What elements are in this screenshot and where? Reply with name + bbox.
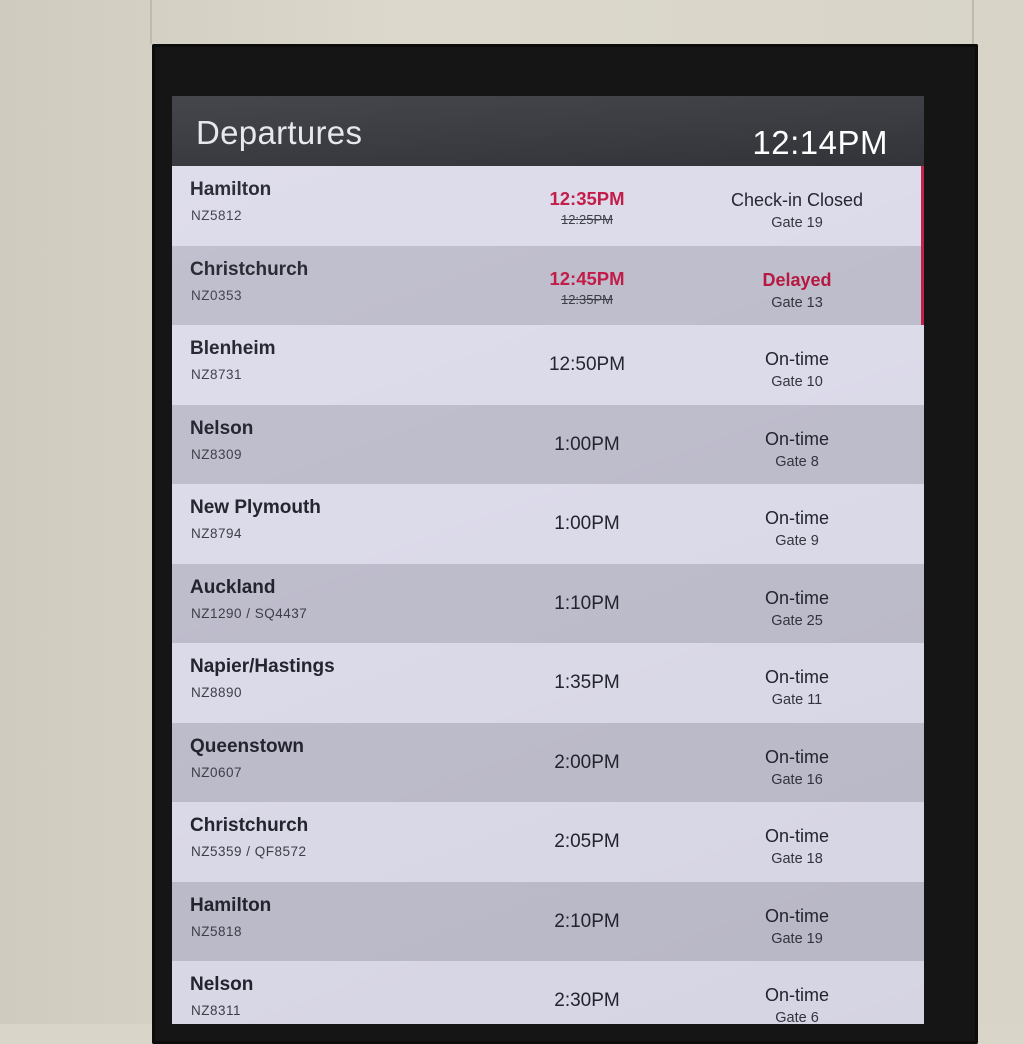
gate: Gate 19 [771, 930, 823, 947]
destination: Auckland [190, 576, 276, 598]
time-cell: 1:10PM [512, 564, 662, 644]
board-header: Departures 12:14PM [172, 96, 924, 166]
time-cell: 2:30PM [512, 961, 662, 1024]
original-time: 12:35PM [560, 291, 614, 307]
flight-row: Nelson NZ8311 2:30PM On-time Gate 6 [172, 961, 924, 1024]
time-cell: 1:35PM [512, 643, 662, 723]
gate: Gate 18 [771, 851, 823, 867]
destination: Queenstown [190, 735, 305, 757]
flight-number: NZ0607 [191, 764, 243, 780]
status-cell: On-time Gate 19 [697, 882, 897, 962]
flight-number: NZ8309 [191, 446, 243, 462]
status-cell: On-time Gate 10 [697, 325, 897, 405]
gate: Gate 6 [775, 1010, 819, 1024]
destination: Napier/Hastings [190, 656, 335, 677]
destination: Hamilton [190, 179, 272, 200]
flight-status: On-time [764, 349, 829, 369]
status-cell: On-time Gate 8 [697, 405, 897, 485]
flight-row: Nelson NZ8309 1:00PM On-time Gate 8 [172, 404, 924, 485]
status-cell: On-time Gate 18 [697, 802, 897, 882]
departure-time: 1:00PM [554, 513, 620, 534]
time-cell: 12:50PM [512, 325, 662, 405]
flight-row: Hamilton NZ5818 2:10PM On-time Gate 19 [172, 881, 924, 962]
destination: Hamilton [190, 894, 272, 916]
gate: Gate 9 [775, 533, 819, 549]
flight-status: On-time [764, 746, 829, 767]
gate: Gate 19 [771, 215, 823, 231]
status-cell: On-time Gate 25 [697, 564, 897, 644]
revised-time: 12:35PM [549, 188, 625, 209]
flight-row: Napier/Hastings NZ8890 1:35PM On-time Ga… [172, 643, 924, 723]
destination: Blenheim [190, 338, 276, 359]
gate: Gate 10 [771, 374, 823, 390]
board-clock: 12:14PM [752, 124, 888, 161]
departure-time: 1:35PM [554, 672, 620, 693]
flight-number: NZ8311 [191, 1003, 242, 1018]
time-cell: 12:35PM 12:25PM [512, 166, 662, 246]
flight-number: NZ8890 [191, 685, 243, 700]
flight-status: On-time [764, 587, 829, 608]
time-cell: 2:10PM [512, 882, 662, 962]
gate: Gate 13 [771, 294, 823, 311]
flight-number: NZ5818 [191, 923, 243, 939]
flight-status: On-time [764, 826, 829, 846]
departures-board: Departures 12:14PM Hamilton NZ5812 12:35… [172, 96, 924, 1024]
status-cell: On-time Gate 6 [697, 961, 897, 1024]
departure-time: 2:30PM [554, 990, 620, 1011]
flight-row: Hamilton NZ5812 12:35PM 12:25PM Check-in… [172, 166, 924, 246]
time-cell: 1:00PM [512, 405, 662, 485]
board-title: Departures [196, 114, 363, 151]
revised-time: 12:45PM [549, 267, 625, 289]
gate: Gate 11 [771, 692, 823, 708]
destination: Christchurch [190, 815, 309, 836]
status-cell: On-time Gate 11 [697, 643, 897, 723]
flight-status: On-time [764, 508, 829, 528]
time-cell: 12:45PM 12:35PM [512, 246, 662, 326]
time-cell: 1:00PM [512, 484, 662, 564]
departure-time: 2:10PM [554, 910, 620, 932]
flight-row: Auckland NZ1290 / SQ4437 1:10PM On-time … [172, 563, 924, 644]
flight-number: NZ5812 [191, 208, 243, 223]
flight-row: Christchurch NZ0353 12:45PM 12:35PM Dela… [172, 245, 924, 326]
flight-row: Blenheim NZ8731 12:50PM On-time Gate 10 [172, 325, 924, 405]
wall-seam [150, 0, 152, 44]
flight-status: On-time [764, 985, 829, 1005]
flight-status: Delayed [762, 269, 832, 290]
departure-time: 12:50PM [548, 354, 626, 375]
destination: Nelson [190, 417, 254, 439]
gate: Gate 8 [775, 453, 819, 470]
flight-number: NZ5359 / QF8572 [191, 844, 307, 859]
flight-number: NZ8794 [191, 526, 243, 541]
status-cell: On-time Gate 9 [697, 484, 897, 564]
flight-status: Check-in Closed [730, 190, 864, 210]
departure-time: 1:00PM [554, 433, 620, 455]
flight-status: On-time [764, 905, 829, 926]
flight-number: NZ1290 / SQ4437 [191, 605, 308, 621]
status-cell: On-time Gate 16 [697, 723, 897, 803]
destination: Nelson [190, 974, 254, 995]
time-cell: 2:05PM [512, 802, 662, 882]
destination: New Plymouth [190, 497, 321, 518]
departure-time: 1:10PM [554, 592, 620, 614]
flight-number: NZ0353 [191, 287, 243, 303]
flight-row: Queenstown NZ0607 2:00PM On-time Gate 16 [172, 722, 924, 803]
departure-time: 2:00PM [554, 751, 620, 773]
status-cell: Delayed Gate 13 [697, 246, 897, 326]
flight-row: Christchurch NZ5359 / QF8572 2:05PM On-t… [172, 802, 924, 882]
departure-time: 2:05PM [554, 831, 620, 852]
wall-seam [972, 0, 974, 44]
status-cell: Check-in Closed Gate 19 [697, 166, 897, 246]
original-time: 12:25PM [560, 212, 614, 227]
flight-status: On-time [764, 667, 829, 687]
gate: Gate 25 [771, 612, 823, 629]
flight-number: NZ8731 [191, 367, 243, 382]
time-cell: 2:00PM [512, 723, 662, 803]
gate: Gate 16 [771, 771, 823, 788]
flight-row: New Plymouth NZ8794 1:00PM On-time Gate … [172, 484, 924, 564]
departures-list: Hamilton NZ5812 12:35PM 12:25PM Check-in… [172, 166, 924, 1024]
flight-status: On-time [764, 428, 829, 449]
destination: Christchurch [190, 258, 309, 280]
